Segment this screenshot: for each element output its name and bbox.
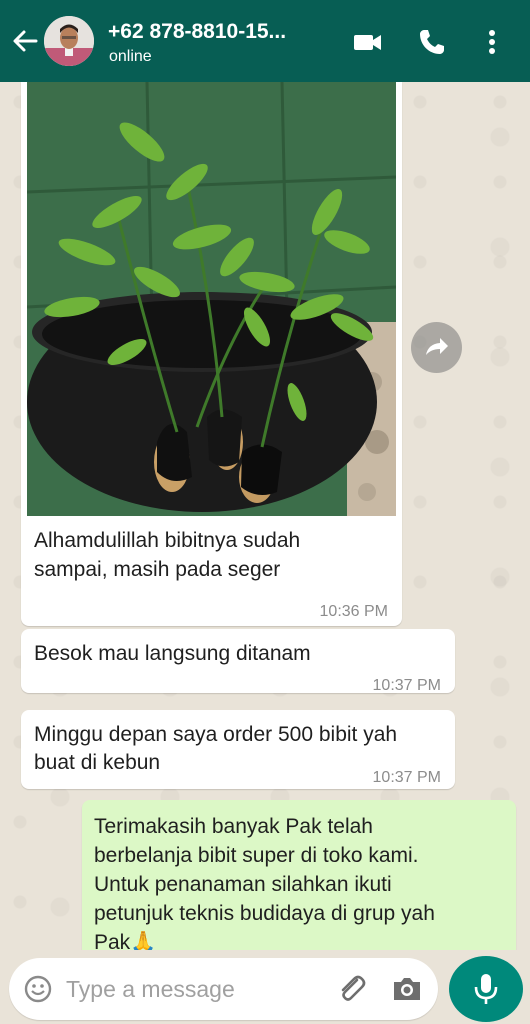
microphone-icon bbox=[474, 974, 498, 1004]
message-input[interactable]: Type a message bbox=[9, 958, 438, 1020]
emoji-icon[interactable] bbox=[23, 974, 53, 1009]
message-timestamp: 10:36 PM bbox=[319, 603, 388, 620]
message-bubble-incoming[interactable]: Besok mau langsung ditanam 10:37 PM bbox=[21, 629, 455, 694]
forward-button[interactable] bbox=[411, 322, 462, 373]
more-options-icon[interactable] bbox=[482, 26, 502, 58]
message-timestamp: 10:37 PM bbox=[372, 769, 441, 786]
message-text-line: Untuk penanaman silahkan ikuti bbox=[94, 873, 392, 896]
message-text-line: sampai, masih pada seger bbox=[34, 558, 281, 581]
message-input-placeholder: Type a message bbox=[66, 976, 235, 1002]
message-text-line: berbelanja bibit super di toko kami. bbox=[94, 844, 419, 867]
message-composer: Type a message bbox=[0, 950, 530, 1024]
phone-call-icon[interactable] bbox=[416, 26, 448, 58]
video-call-icon[interactable] bbox=[352, 26, 384, 58]
contact-name[interactable]: +62 878-8810-15... bbox=[108, 20, 286, 44]
message-text-line: Besok mau langsung ditanam bbox=[34, 642, 311, 665]
contact-avatar[interactable] bbox=[44, 16, 94, 66]
microphone-button[interactable] bbox=[449, 956, 523, 1022]
plant-seedlings-photo[interactable] bbox=[27, 82, 396, 516]
back-arrow-icon[interactable] bbox=[8, 26, 42, 56]
message-timestamp: 10:37 PM bbox=[372, 677, 441, 694]
message-image-bubble[interactable]: Alhamdulillah bibitnya sudah sampai, mas… bbox=[21, 82, 402, 626]
message-bubble-outgoing[interactable]: Terimakasih banyak Pak telah berbelanja … bbox=[82, 800, 516, 950]
message-text-line: Minggu depan saya order 500 bibit yah bbox=[34, 723, 398, 746]
chat-area[interactable]: Alhamdulillah bibitnya sudah sampai, mas… bbox=[0, 82, 530, 950]
contact-status: online bbox=[109, 48, 152, 65]
message-text-line: Alhamdulillah bibitnya sudah bbox=[34, 529, 301, 552]
camera-icon[interactable] bbox=[391, 974, 423, 1009]
message-text-line: Pak🙏 bbox=[94, 931, 157, 950]
chat-header: +62 878-8810-15... online bbox=[0, 0, 530, 82]
attach-icon[interactable] bbox=[335, 972, 369, 1011]
message-text-line: buat di kebun bbox=[34, 751, 161, 774]
message-text-line: Terimakasih banyak Pak telah bbox=[94, 815, 373, 838]
message-bubble-incoming[interactable]: Minggu depan saya order 500 bibit yah bu… bbox=[21, 710, 455, 789]
message-text-line: petunjuk teknis budidaya di grup yah bbox=[94, 902, 435, 925]
